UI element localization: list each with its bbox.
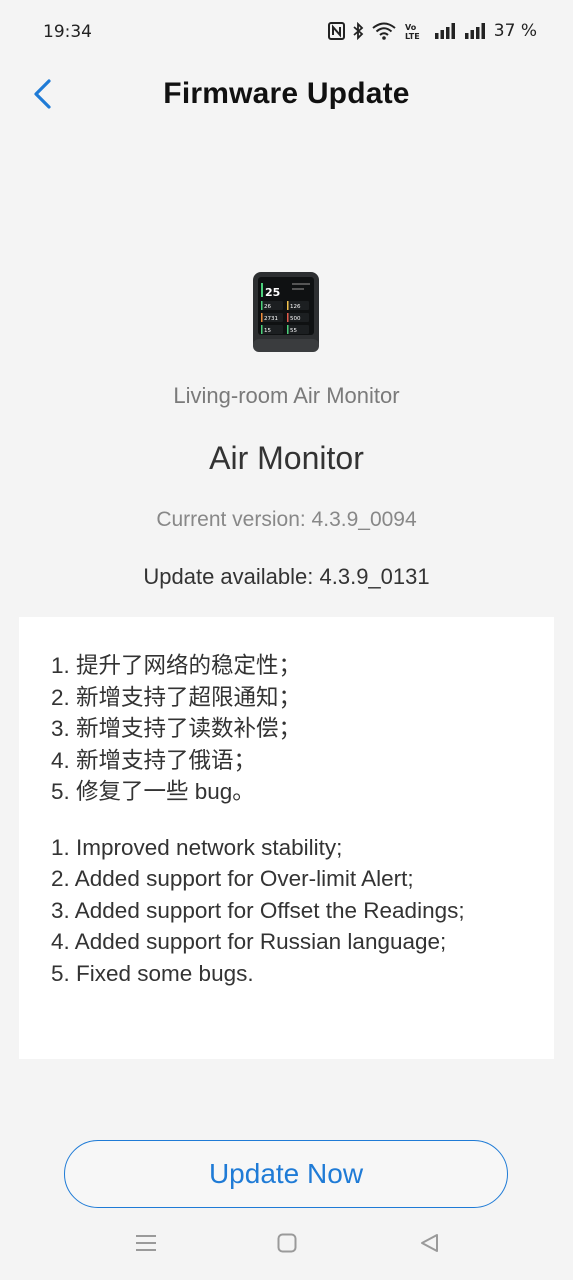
- release-note-zh: 5. 修复了一些 bug。: [51, 779, 255, 804]
- page-title: Firmware Update: [163, 77, 410, 110]
- svg-text:Vo: Vo: [405, 23, 417, 32]
- svg-text:LTE: LTE: [405, 32, 420, 40]
- release-note-en: 3. Added support for Offset the Readings…: [51, 897, 465, 923]
- menu-button[interactable]: [131, 1232, 161, 1258]
- release-notes-list: 1. 提升了网络的稳定性； 2. 新增支持了超限通知； 3. 新增支持了读数补偿…: [51, 650, 534, 989]
- home-icon: [277, 1233, 297, 1258]
- device-screen-reading: 2731: [264, 316, 278, 322]
- wifi-icon: [372, 22, 396, 40]
- signal-icon: [434, 23, 456, 39]
- status-time: 19:34: [43, 22, 92, 42]
- bluetooth-icon: [353, 22, 364, 40]
- update-now-button[interactable]: Update Now: [64, 1140, 508, 1208]
- device-screen-reading: 500: [290, 316, 301, 322]
- release-note-zh: 3. 新增支持了读数补偿；: [51, 716, 302, 741]
- device-screen-main-reading: 25: [265, 286, 280, 299]
- battery-level: 37 %: [493, 21, 537, 41]
- device-screen-reading: 15: [264, 328, 271, 334]
- current-version: Current version: 4.3.9_0094: [156, 508, 417, 531]
- back-triangle-icon: [419, 1233, 439, 1258]
- release-notes-spacer: [51, 808, 534, 832]
- air-monitor-device-image: 25 26 126 2731 500 15 55: [252, 271, 320, 353]
- release-note-en: 5. Fixed some bugs.: [51, 960, 254, 986]
- release-notes-card: 1. 提升了网络的稳定性； 2. 新增支持了超限通知； 3. 新增支持了读数补偿…: [19, 617, 554, 1059]
- update-available-version: Update available: 4.3.9_0131: [143, 564, 430, 589]
- product-name: Air Monitor: [209, 440, 364, 476]
- device-screen-reading: 26: [264, 304, 271, 310]
- status-bar: 19:34 Vo LTE 37 %: [0, 0, 573, 62]
- home-button[interactable]: [272, 1232, 302, 1258]
- release-note-en: 1. Improved network stability;: [51, 834, 343, 860]
- release-note-zh: 4. 新增支持了俄语；: [51, 747, 257, 773]
- menu-icon: [135, 1233, 157, 1258]
- release-note-zh: 2. 新增支持了超限通知；: [51, 684, 302, 710]
- volte-icon: Vo LTE: [404, 22, 426, 40]
- signal-icon: [464, 23, 486, 39]
- device-name: Living-room Air Monitor: [173, 383, 400, 408]
- header: Firmware Update: [0, 62, 573, 134]
- release-note-en: 4. Added support for Russian language;: [51, 929, 447, 954]
- device-screen-reading: 126: [290, 304, 301, 310]
- device-screen-reading: 55: [290, 328, 297, 334]
- system-nav-bar: [0, 1222, 573, 1268]
- nfc-icon: [327, 22, 345, 40]
- status-icons: Vo LTE 37 %: [327, 21, 537, 41]
- back-nav-button[interactable]: [414, 1232, 444, 1258]
- release-note-zh: 1. 提升了网络的稳定性；: [51, 653, 302, 678]
- release-note-en: 2. Added support for Over-limit Alert;: [51, 866, 414, 891]
